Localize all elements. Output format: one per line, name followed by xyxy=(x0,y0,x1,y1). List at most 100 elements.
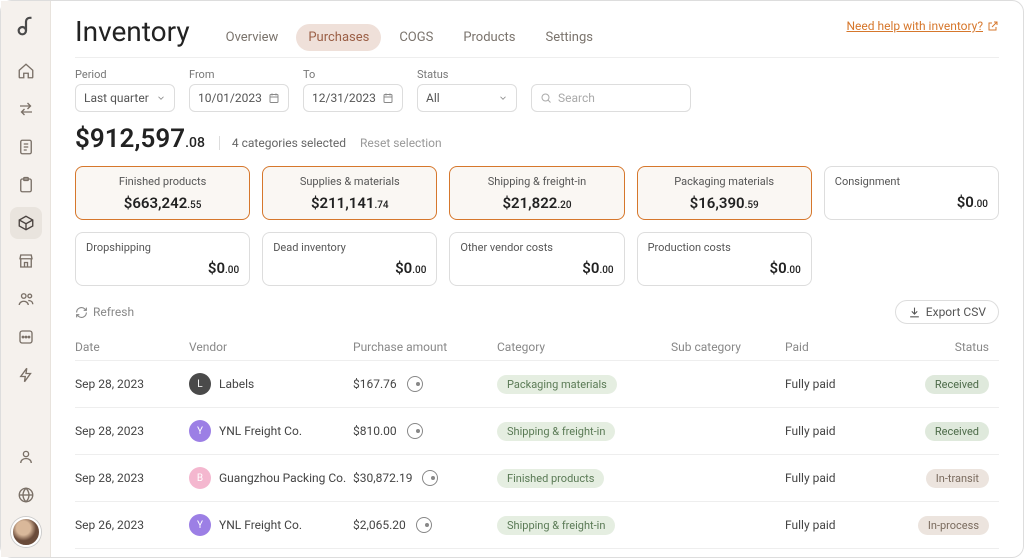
cell-date: Sep 26, 2023 xyxy=(75,518,185,532)
vendor-avatar: B xyxy=(189,467,211,489)
cell-vendor: BGuangzhou Packing Co. xyxy=(189,467,349,489)
category-name: Consignment xyxy=(835,175,988,188)
nav-receipt-icon[interactable] xyxy=(10,131,42,163)
cell-paid: Fully paid xyxy=(785,518,905,532)
category-name: Supplies & materials xyxy=(300,175,400,188)
tab-purchases[interactable]: Purchases xyxy=(296,24,381,51)
cell-category: Shipping & freight-in xyxy=(497,516,667,535)
cell-date: Sep 28, 2023 xyxy=(75,471,185,485)
cell-vendor: YYNL Freight Co. xyxy=(189,514,349,536)
category-card[interactable]: Dead inventory $0.00 xyxy=(262,232,437,286)
page-title: Inventory xyxy=(75,15,190,48)
category-grid: Finished products $663,242.55 Supplies & m… xyxy=(75,166,999,286)
nav-more-icon[interactable] xyxy=(10,321,42,353)
table-header: Date Vendor Purchase amount Category Sub cat… xyxy=(75,334,999,360)
calendar-icon xyxy=(268,92,280,104)
cell-amount: $167.76 xyxy=(353,376,493,392)
cell-amount: $30,872.19 xyxy=(353,470,493,486)
search-icon xyxy=(540,92,552,104)
vendor-avatar: Y xyxy=(189,420,211,442)
progress-ring-icon xyxy=(407,423,423,439)
chevron-down-icon xyxy=(498,93,508,103)
category-name: Dead inventory xyxy=(273,241,426,254)
table-header-cell: Date xyxy=(75,340,185,354)
tab-settings[interactable]: Settings xyxy=(534,24,605,51)
chevron-down-icon xyxy=(156,93,166,103)
nav-inventory-icon[interactable] xyxy=(10,207,42,239)
to-date-input[interactable]: 12/31/2023 xyxy=(303,84,403,112)
refresh-button[interactable]: Refresh xyxy=(75,305,134,319)
category-value: $0.00 xyxy=(648,259,801,277)
category-value: $16,390.59 xyxy=(690,194,759,212)
progress-ring-icon xyxy=(407,376,423,392)
table-row[interactable]: Sep 28, 2023YYNL Freight Co.$810.00Shipp… xyxy=(75,407,999,454)
category-card[interactable]: Other vendor costs $0.00 xyxy=(449,232,624,286)
sidebar xyxy=(1,1,51,557)
category-card[interactable]: Production costs$0.00 xyxy=(637,232,812,286)
from-date-input[interactable]: 10/01/2023 xyxy=(189,84,289,112)
category-card[interactable]: Dropshipping$0.00 xyxy=(75,232,250,286)
cell-vendor: YYNL Freight Co. xyxy=(189,420,349,442)
cell-category: Packaging materials xyxy=(497,375,667,394)
category-value: $663,242.55 xyxy=(124,194,202,212)
cell-status: Received xyxy=(909,375,989,394)
reset-selection-link[interactable]: Reset selection xyxy=(360,136,442,150)
table-header-cell: Category xyxy=(497,340,667,354)
category-name: Finished products xyxy=(119,175,206,188)
cell-paid: Fully paid xyxy=(785,471,905,485)
nav-clipboard-icon[interactable] xyxy=(10,169,42,201)
category-card[interactable]: Packaging materials $16,390.59 xyxy=(637,166,812,220)
status-label: Status xyxy=(417,68,517,81)
nav-globe-icon[interactable] xyxy=(10,479,42,511)
table-row[interactable]: Sep 26, 2023XXiamen Manufacturing$133,29… xyxy=(75,548,999,557)
cell-amount: $2,065.20 xyxy=(353,517,493,533)
vendor-avatar: L xyxy=(189,373,211,395)
status-select[interactable]: All xyxy=(417,84,517,112)
table-row[interactable]: Sep 28, 2023 BGuangzhou Packing Co.$30,87… xyxy=(75,454,999,501)
table-header-cell: Sub category xyxy=(671,340,781,354)
nav-user-icon[interactable] xyxy=(10,441,42,473)
tab-products[interactable]: Products xyxy=(451,24,527,51)
categories-selected-text: 4 categories selected xyxy=(219,136,346,150)
table-header-cell: Purchase amount xyxy=(353,340,493,354)
category-card[interactable]: Finished products $663,242.55 xyxy=(75,166,250,220)
to-label: To xyxy=(303,68,403,81)
category-value: $0.00 xyxy=(460,259,613,277)
total-amount: $912,597.08 xyxy=(75,124,205,154)
nav-transfers-icon[interactable] xyxy=(10,93,42,125)
search-input[interactable]: Search xyxy=(531,84,691,112)
nav-home-icon[interactable] xyxy=(10,55,42,87)
nav-bolt-icon[interactable] xyxy=(10,359,42,391)
table-row[interactable]: Sep 28, 2023LLabels$167.76Packaging mate… xyxy=(75,360,999,407)
help-link[interactable]: Need help with inventory? xyxy=(846,19,999,33)
table-row[interactable]: Sep 26, 2023 YYNL Freight Co.$2,065.20Shi… xyxy=(75,501,999,548)
category-name: Packaging materials xyxy=(674,175,774,188)
period-label: Period xyxy=(75,68,175,81)
category-card[interactable]: Supplies & materials $211,141.74 xyxy=(262,166,437,220)
table-header-cell: Paid xyxy=(785,340,905,354)
period-select[interactable]: Last quarter xyxy=(75,84,175,112)
download-icon xyxy=(908,306,921,319)
category-value: $0.00 xyxy=(273,259,426,277)
cell-status: In-process xyxy=(909,516,989,535)
calendar-icon xyxy=(382,92,394,104)
category-card[interactable]: Shipping & freight-in$21,822.20 xyxy=(449,166,624,220)
nav-people-icon[interactable] xyxy=(10,283,42,315)
purchases-table: Date Vendor Purchase amount Category Sub cat… xyxy=(75,334,999,557)
progress-ring-icon xyxy=(416,517,432,533)
category-name: Other vendor costs xyxy=(460,241,613,254)
tab-cogs[interactable]: COGS xyxy=(387,24,445,51)
export-csv-button[interactable]: Export CSV xyxy=(895,300,999,324)
tab-overview[interactable]: Overview xyxy=(214,24,291,51)
cell-date: Sep 28, 2023 xyxy=(75,424,185,438)
cell-amount: $810.00 xyxy=(353,423,493,439)
user-avatar[interactable] xyxy=(11,517,41,547)
table-header-cell: Vendor xyxy=(189,340,349,354)
category-value: $211,141.74 xyxy=(311,194,389,212)
table-header-cell: Status xyxy=(909,340,989,354)
nav-store-icon[interactable] xyxy=(10,245,42,277)
from-label: From xyxy=(189,68,289,81)
cell-paid: Fully paid xyxy=(785,424,905,438)
category-card[interactable]: Consignment$0.00 xyxy=(824,166,999,220)
cell-date: Sep 28, 2023 xyxy=(75,377,185,391)
